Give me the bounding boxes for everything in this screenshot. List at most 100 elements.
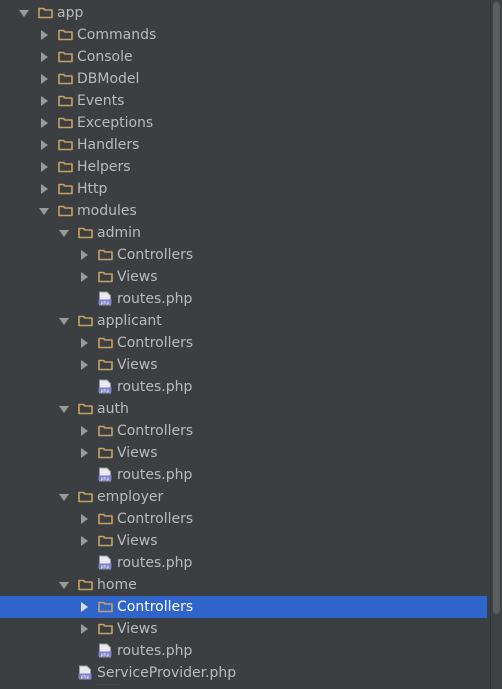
expanded-arrow-icon[interactable] xyxy=(58,222,70,244)
tree-item-controllers[interactable]: Controllers xyxy=(0,332,487,354)
collapsed-arrow-icon[interactable] xyxy=(38,46,50,68)
collapsed-arrow-icon[interactable] xyxy=(38,156,50,178)
collapsed-arrow-icon[interactable] xyxy=(38,134,50,156)
tree-item-label: Controllers xyxy=(117,423,194,439)
tree-item-events[interactable]: Events xyxy=(0,90,487,112)
tree-item-helpers[interactable]: Helpers xyxy=(0,156,487,178)
expanded-arrow-icon[interactable] xyxy=(18,2,30,24)
expanded-arrow-icon[interactable] xyxy=(58,398,70,420)
tree-item-dbmodel[interactable]: DBModel xyxy=(0,68,487,90)
folder-icon xyxy=(58,46,74,68)
tree-item-label: DBModel xyxy=(77,71,140,87)
tree-item-label: Views xyxy=(117,445,158,461)
tree-item-handlers[interactable]: Handlers xyxy=(0,134,487,156)
collapsed-arrow-icon[interactable] xyxy=(78,618,90,640)
folder-icon xyxy=(78,574,94,596)
folder-icon xyxy=(98,442,114,464)
svg-text:php: php xyxy=(101,476,110,482)
tree-item-label: app xyxy=(57,5,84,21)
collapsed-arrow-icon[interactable] xyxy=(38,68,50,90)
tree-item-modules[interactable]: modules xyxy=(0,200,487,222)
tree-item-label: Exceptions xyxy=(77,115,154,131)
scrollbar-thumb[interactable] xyxy=(493,2,500,614)
tree-item-label: routes.php xyxy=(117,643,193,659)
collapsed-arrow-icon[interactable] xyxy=(78,266,90,288)
tree-item-routes-php[interactable]: php routes.php xyxy=(0,464,487,486)
folder-icon xyxy=(58,134,74,156)
folder-icon xyxy=(98,618,114,640)
collapsed-arrow-icon[interactable] xyxy=(78,420,90,442)
php-file-icon: php xyxy=(98,288,114,310)
php-file-icon: php xyxy=(98,552,114,574)
tree-item-app[interactable]: app xyxy=(0,2,487,24)
tree-item-home[interactable]: home xyxy=(0,574,487,596)
svg-text:php: php xyxy=(101,564,110,570)
folder-icon xyxy=(58,200,74,222)
collapsed-arrow-icon[interactable] xyxy=(78,244,90,266)
php-file-icon: php xyxy=(78,662,94,684)
tree-item-label: routes.php xyxy=(117,555,193,571)
folder-icon xyxy=(58,68,74,90)
expanded-arrow-icon[interactable] xyxy=(58,486,70,508)
tree-item-auth[interactable]: auth xyxy=(0,398,487,420)
tree-item-console[interactable]: Console xyxy=(0,46,487,68)
folder-icon xyxy=(98,354,114,376)
folder-icon xyxy=(78,486,94,508)
tree-item-views[interactable]: Views xyxy=(0,442,487,464)
partially-visible-row xyxy=(97,684,127,689)
tree-item-views[interactable]: Views xyxy=(0,530,487,552)
expanded-arrow-icon[interactable] xyxy=(58,310,70,332)
tree-item-routes-php[interactable]: php routes.php xyxy=(0,288,487,310)
collapsed-arrow-icon[interactable] xyxy=(38,90,50,112)
tree-item-applicant[interactable]: applicant xyxy=(0,310,487,332)
folder-icon xyxy=(58,156,74,178)
tree-item-label: routes.php xyxy=(117,291,193,307)
tree-item-views[interactable]: Views xyxy=(0,618,487,640)
tree-item-exceptions[interactable]: Exceptions xyxy=(0,112,487,134)
tree-item-controllers[interactable]: Controllers xyxy=(0,596,487,618)
tree-item-employer[interactable]: employer xyxy=(0,486,487,508)
tree-item-label: Views xyxy=(117,357,158,373)
tree-item-controllers[interactable]: Controllers xyxy=(0,420,487,442)
collapsed-arrow-icon[interactable] xyxy=(78,442,90,464)
expanded-arrow-icon[interactable] xyxy=(38,200,50,222)
collapsed-arrow-icon[interactable] xyxy=(78,596,90,618)
tree-item-label: home xyxy=(97,577,137,593)
collapsed-arrow-icon[interactable] xyxy=(78,332,90,354)
folder-icon xyxy=(98,332,114,354)
tree-item-label: Helpers xyxy=(77,159,131,175)
tree-item-label: Commands xyxy=(77,27,157,43)
project-tree: app Commands Console DBModel Events Exception… xyxy=(0,2,487,684)
tree-item-label: Controllers xyxy=(117,247,194,263)
tree-item-label: Console xyxy=(77,49,133,65)
collapsed-arrow-icon[interactable] xyxy=(38,24,50,46)
tree-item-views[interactable]: Views xyxy=(0,354,487,376)
folder-icon xyxy=(98,508,114,530)
tree-item-label: routes.php xyxy=(117,379,193,395)
vertical-scrollbar[interactable] xyxy=(490,0,502,689)
tree-item-commands[interactable]: Commands xyxy=(0,24,487,46)
expanded-arrow-icon[interactable] xyxy=(58,574,70,596)
tree-item-routes-php[interactable]: php routes.php xyxy=(0,640,487,662)
collapsed-arrow-icon[interactable] xyxy=(38,178,50,200)
folder-icon xyxy=(78,222,94,244)
collapsed-arrow-icon[interactable] xyxy=(38,112,50,134)
svg-text:php: php xyxy=(101,388,110,394)
collapsed-arrow-icon[interactable] xyxy=(78,354,90,376)
collapsed-arrow-icon[interactable] xyxy=(78,508,90,530)
tree-item-controllers[interactable]: Controllers xyxy=(0,244,487,266)
tree-item-label: Events xyxy=(77,93,125,109)
php-file-icon: php xyxy=(98,640,114,662)
tree-item-serviceprovider-php[interactable]: php ServiceProvider.php xyxy=(0,662,487,684)
tree-item-label: Views xyxy=(117,269,158,285)
tree-item-views[interactable]: Views xyxy=(0,266,487,288)
tree-item-controllers[interactable]: Controllers xyxy=(0,508,487,530)
tree-item-routes-php[interactable]: php routes.php xyxy=(0,552,487,574)
folder-icon xyxy=(58,90,74,112)
tree-item-http[interactable]: Http xyxy=(0,178,487,200)
tree-item-label: ServiceProvider.php xyxy=(97,665,237,681)
tree-item-routes-php[interactable]: php routes.php xyxy=(0,376,487,398)
collapsed-arrow-icon[interactable] xyxy=(78,530,90,552)
tree-item-label: routes.php xyxy=(117,467,193,483)
tree-item-admin[interactable]: admin xyxy=(0,222,487,244)
